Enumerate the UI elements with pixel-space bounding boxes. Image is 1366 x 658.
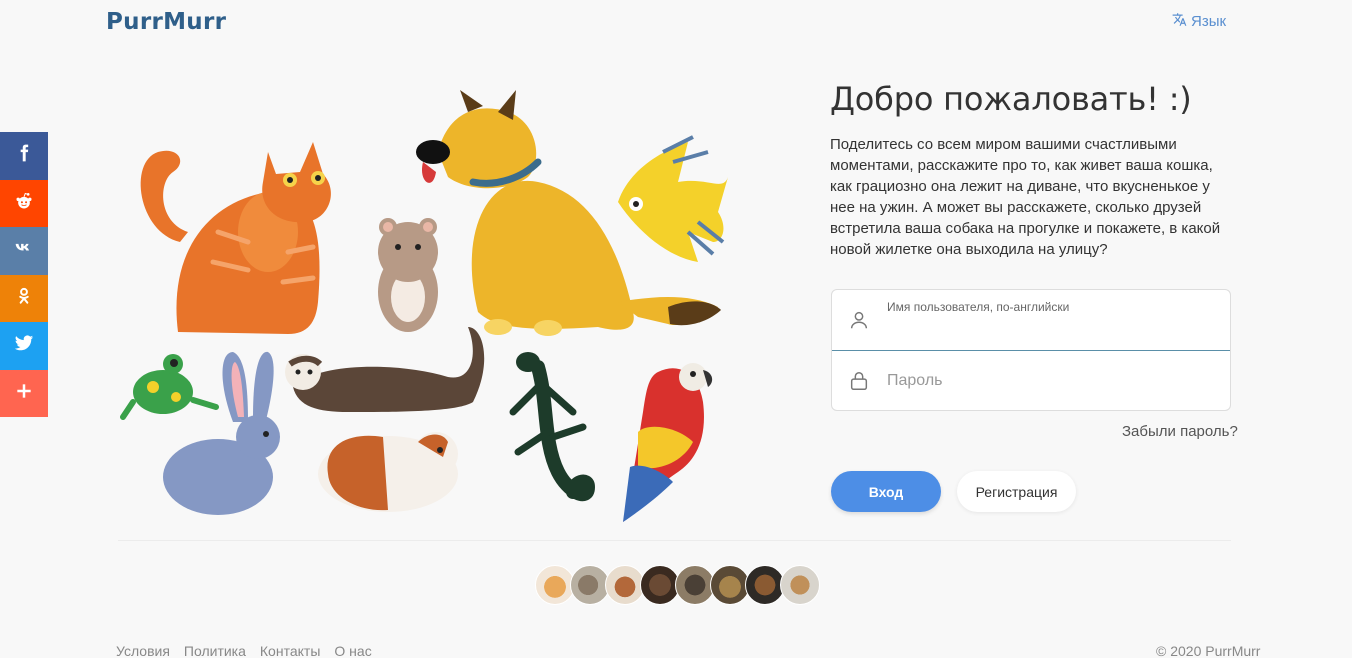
login-button[interactable]: Вход (831, 471, 941, 512)
social-share-bar (0, 132, 48, 417)
translate-icon (1172, 12, 1187, 31)
hamster-illustration (378, 218, 438, 332)
welcome-section: Добро пожаловать! :) Поделитесь со всем … (830, 80, 1230, 260)
avatar[interactable] (535, 565, 575, 605)
welcome-text: Поделитесь со всем миром вашими счастлив… (830, 136, 1221, 258)
vk-share-button[interactable] (0, 227, 48, 275)
lock-icon (848, 370, 870, 392)
logo[interactable]: PurrMurr (106, 9, 226, 35)
cat-illustration (140, 142, 331, 334)
copyright: © 2020 PurrMurr (1156, 643, 1261, 658)
language-label: Язык (1191, 13, 1227, 30)
reddit-icon (14, 191, 34, 216)
welcome-title: Добро пожаловать! :) (830, 80, 1192, 118)
twitter-icon (14, 333, 34, 358)
footer-link-terms[interactable]: Условия (116, 643, 170, 658)
plus-icon (14, 381, 34, 406)
user-icon (848, 309, 870, 331)
user-avatars (535, 565, 820, 605)
odnoklassniki-share-button[interactable] (0, 274, 48, 322)
guinea-pig-illustration (318, 432, 458, 512)
facebook-share-button[interactable] (0, 132, 48, 180)
password-input[interactable] (887, 369, 1207, 391)
forgot-password-link[interactable]: Забыли пароль? (1122, 423, 1238, 440)
twitter-share-button[interactable] (0, 322, 48, 370)
footer-link-contacts[interactable]: Контакты (260, 643, 320, 658)
footer-links: Условия Политика Контакты О нас (116, 643, 372, 658)
avatar[interactable] (710, 565, 750, 605)
odnoklassniki-icon (14, 286, 34, 311)
vk-icon (14, 238, 34, 263)
pets-illustration (120, 90, 728, 522)
footer-link-policy[interactable]: Политика (184, 643, 246, 658)
frog-illustration (120, 354, 219, 420)
username-field[interactable]: Имя пользователя, по-английски (832, 290, 1230, 351)
login-form: Имя пользователя, по-английски (831, 289, 1231, 411)
avatar[interactable] (780, 565, 820, 605)
footer-link-about[interactable]: О нас (334, 643, 371, 658)
reddit-share-button[interactable] (0, 179, 48, 227)
avatar[interactable] (745, 565, 785, 605)
divider (118, 540, 1231, 541)
avatar[interactable] (570, 565, 610, 605)
avatar[interactable] (675, 565, 715, 605)
ferret-illustration (285, 327, 485, 412)
avatar[interactable] (640, 565, 680, 605)
avatar[interactable] (605, 565, 645, 605)
register-button[interactable]: Регистрация (957, 471, 1076, 512)
page-scrollbar[interactable] (1352, 0, 1366, 658)
parrot-illustration (623, 363, 713, 522)
lizard-illustration (509, 352, 596, 502)
username-label: Имя пользователя, по-английски (887, 300, 1070, 314)
facebook-icon (14, 143, 34, 168)
password-field[interactable] (832, 351, 1230, 411)
fish-illustration (618, 135, 728, 262)
language-selector[interactable]: Язык (1172, 12, 1226, 31)
username-input[interactable] (887, 318, 1207, 340)
more-share-button[interactable] (0, 369, 48, 417)
